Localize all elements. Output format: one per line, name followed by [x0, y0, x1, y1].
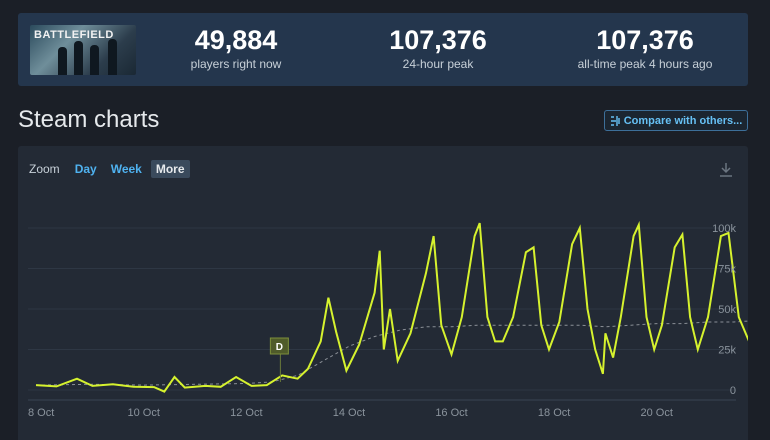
- thumb-figure: [58, 47, 67, 75]
- x-tick-label: 12 Oct: [230, 407, 262, 419]
- x-tick-label: 20 Oct: [641, 407, 673, 419]
- y-tick-label: 0: [730, 385, 736, 397]
- game-logo-text: BATTLEFIELD: [34, 29, 114, 41]
- stat-24h-peak: 107,376 24-hour peak: [368, 25, 508, 71]
- y-tick-label: 25k: [718, 345, 736, 357]
- y-tick-label: 50k: [718, 304, 736, 316]
- thumb-figure: [90, 45, 99, 75]
- stat-value: 107,376: [389, 25, 487, 55]
- stat-value: 107,376: [596, 25, 694, 55]
- thumb-figure: [108, 39, 117, 75]
- x-tick-label: 10 Oct: [128, 407, 160, 419]
- stat-current-players: 49,884 players right now: [178, 25, 294, 71]
- y-tick-label: 100k: [712, 223, 736, 235]
- compare-label: Compare with others...: [623, 114, 743, 127]
- stat-value: 49,884: [194, 25, 278, 55]
- marker-label: D: [276, 342, 283, 353]
- y-tick-label: 75k: [718, 264, 736, 276]
- stat-label: 24-hour peak: [402, 57, 474, 71]
- compare-button[interactable]: Compare with others...: [604, 110, 748, 131]
- x-tick-label: 8 Oct: [28, 407, 54, 419]
- stats-panel: BATTLEFIELD 49,884 players right now 107…: [18, 13, 748, 86]
- stat-all-time-peak: 107,376 all-time peak 4 hours ago: [560, 25, 730, 71]
- x-tick-label: 18 Oct: [538, 407, 570, 419]
- x-tick-label: 14 Oct: [333, 407, 365, 419]
- x-tick-label: 16 Oct: [435, 407, 467, 419]
- section-title: Steam charts: [18, 106, 160, 133]
- thumb-figure: [74, 41, 83, 75]
- chart-panel: Zoom Day Week More D 0 25k 50k 75k 100k 8 Oct…: [18, 146, 748, 440]
- chart-player-line: [35, 220, 748, 393]
- game-thumbnail[interactable]: BATTLEFIELD: [30, 25, 136, 75]
- player-count-chart: D 0 25k 50k 75k 100k 8 Oct 10 Oct 12 Oct 14 Oct 1…: [28, 220, 748, 419]
- stat-label: players right now: [190, 57, 282, 71]
- compare-icon: [610, 115, 620, 126]
- stat-label: all-time peak 4 hours ago: [577, 57, 713, 71]
